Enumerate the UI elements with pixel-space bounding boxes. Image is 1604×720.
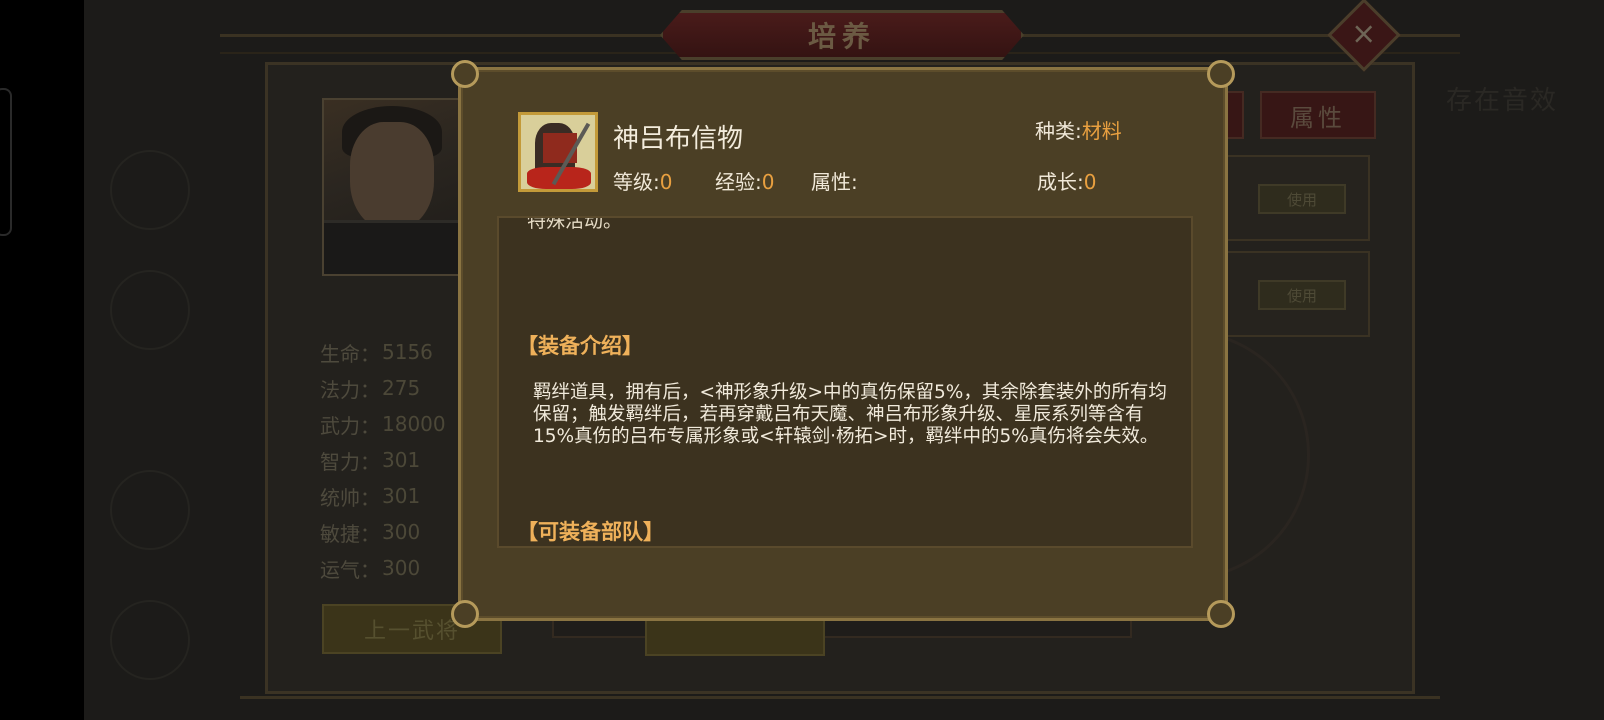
- left-black-strip: [0, 0, 84, 720]
- item-category: 种类:材料: [1035, 115, 1122, 144]
- stat-label: 武力：: [320, 413, 380, 438]
- stat-label: 法力：: [320, 377, 380, 402]
- left-deco-circle: [110, 150, 190, 230]
- clipped-text: 特殊活动。: [527, 216, 623, 232]
- item-icon: [518, 112, 598, 192]
- stat-row: 法力： 275: [320, 370, 446, 406]
- stat-value: 300: [382, 556, 421, 580]
- window-title: 培养: [807, 20, 876, 53]
- use-button[interactable]: 使用: [1258, 184, 1346, 214]
- use-button[interactable]: 使用: [1258, 280, 1346, 310]
- stat-value: 275: [382, 376, 421, 400]
- item-name: 神吕布信物: [613, 124, 744, 154]
- left-deco-circle: [110, 470, 190, 550]
- portrait-armor: [324, 220, 460, 274]
- corner-ornament: [1207, 600, 1235, 628]
- level-value: 0: [659, 170, 673, 194]
- left-deco-circle: [110, 270, 190, 350]
- stat-value: 5156: [382, 340, 433, 364]
- level-label: 等级:: [613, 170, 660, 194]
- stat-row: 运气： 300: [320, 550, 446, 586]
- item-growth: 成长:0: [1037, 166, 1096, 195]
- stat-row: 敏捷： 300: [320, 514, 446, 550]
- item-attr: 属性:: [811, 166, 858, 195]
- exp-label: 经验:: [715, 170, 762, 194]
- corner-ornament: [451, 60, 479, 88]
- item-level: 等级:0: [613, 166, 672, 195]
- stat-label: 智力：: [320, 449, 380, 474]
- general-portrait: [322, 98, 462, 276]
- section-title-units: 【可装备部队】: [517, 520, 664, 544]
- corner-ornament: [1207, 60, 1235, 88]
- corner-ornament: [451, 600, 479, 628]
- left-deco-circle: [110, 600, 190, 680]
- tab-attributes[interactable]: 属性: [1260, 91, 1376, 139]
- section-title-intro: 【装备介绍】: [517, 334, 643, 358]
- portrait-face: [350, 122, 434, 230]
- screen-notch: [0, 88, 12, 236]
- stat-label: 运气：: [320, 557, 380, 582]
- item-exp: 经验:0: [715, 166, 774, 195]
- item-description-scroll[interactable]: 特殊活动。 【装备介绍】 羁绊道具，拥有后，<神形象升级>中的真伤保留5%，其余…: [497, 216, 1193, 548]
- stat-row: 统帅： 301: [320, 478, 446, 514]
- stat-value: 18000: [382, 412, 446, 436]
- growth-value: 0: [1083, 170, 1097, 194]
- category-label: 种类:: [1035, 119, 1082, 143]
- stat-value: 300: [382, 520, 421, 544]
- general-stats: 生命： 5156 法力： 275 武力： 18000 智力： 301 统帅： 301 敏捷…: [320, 334, 446, 586]
- stat-label: 敏捷：: [320, 521, 380, 546]
- close-icon: ×: [1351, 16, 1377, 52]
- stat-value: 301: [382, 484, 421, 508]
- category-value: 材料: [1081, 119, 1122, 143]
- item-detail-modal: 神吕布信物 种类:材料 等级:0 经验:0 属性: 成长:0 特殊活动。 【装备…: [451, 60, 1235, 628]
- top-right-label: 存在音效: [1446, 86, 1559, 116]
- attr-label: 属性:: [811, 170, 858, 194]
- stat-label: 统帅：: [320, 485, 380, 510]
- frame-bottom-border: [240, 696, 1440, 706]
- stat-row: 智力： 301: [320, 442, 446, 478]
- section-text-intro: 羁绊道具，拥有后，<神形象升级>中的真伤保留5%，其余除套装外的所有均保留；触发…: [533, 382, 1167, 447]
- growth-label: 成长:: [1037, 170, 1084, 194]
- stat-row: 生命： 5156: [320, 334, 446, 370]
- window-title-plate: 培养: [660, 10, 1024, 60]
- stat-label: 生命：: [320, 341, 380, 366]
- stat-row: 武力： 18000: [320, 406, 446, 442]
- exp-value: 0: [761, 170, 775, 194]
- stat-value: 301: [382, 448, 421, 472]
